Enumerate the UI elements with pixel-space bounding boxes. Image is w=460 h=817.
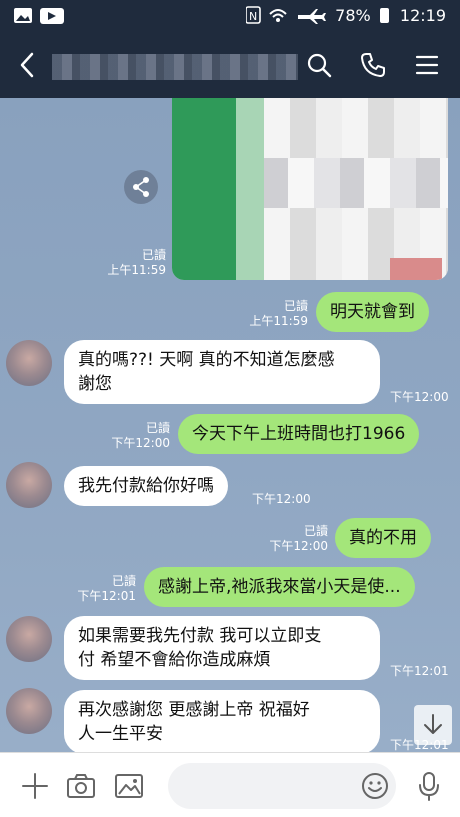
received-message-bubble[interactable]: 真的嗎??! 天啊 真的不知道怎麼感 謝您 (64, 340, 380, 404)
message-time: 下午12:00 (111, 436, 170, 450)
message-meta: 已讀 下午12:01 (77, 574, 136, 604)
notification-icons (14, 7, 74, 29)
system-icons: N (245, 6, 327, 24)
image-light-green-block (236, 98, 264, 280)
message-time: 上午11:59 (107, 263, 166, 277)
image-icon[interactable] (114, 771, 144, 801)
image-pixelated-band (264, 158, 448, 208)
message-meta: 已讀 上午11:59 (249, 299, 308, 329)
avatar[interactable] (6, 688, 52, 734)
message-text-line: 真的嗎??! 天啊 真的不知道怎麼感 (78, 350, 335, 370)
chat-header (0, 32, 460, 98)
emoji-icon[interactable] (360, 771, 390, 801)
received-message-bubble[interactable]: 我先付款給你好嗎 (64, 466, 228, 506)
message-input-bar (0, 752, 460, 817)
arrow-down-icon (424, 714, 442, 734)
contact-name-redacted (52, 54, 298, 80)
svg-text:N: N (249, 10, 257, 23)
chat-messages[interactable]: 已讀 上午11:59 已讀 上午11:59 明天就會到 真的嗎??! 天啊 真的… (0, 98, 460, 752)
image-red-patch (390, 258, 442, 280)
received-message-bubble[interactable]: 再次感謝您 更感謝上帝 祝福好 人一生平安 (64, 690, 380, 752)
battery-icon (379, 8, 389, 23)
message-time: 下午12:01 (77, 589, 136, 603)
message-meta: 已讀 下午12:00 (269, 524, 328, 554)
back-arrow-icon[interactable] (14, 50, 40, 80)
message-text-line: 我先付款給你好嗎 (78, 476, 214, 496)
read-receipt: 已讀 (111, 574, 136, 588)
received-message-bubble[interactable]: 如果需要我先付款 我可以立即支 付 希望不會給你造成麻煩 (64, 616, 380, 680)
sent-message-bubble[interactable]: 明天就會到 (316, 292, 429, 332)
image-message[interactable] (172, 98, 448, 280)
status-bar: N 78% 12:19 (0, 0, 460, 32)
menu-icon[interactable] (414, 52, 440, 78)
read-receipt: 已讀 (141, 248, 166, 262)
sent-message-bubble[interactable]: 今天下午上班時間也打1966 (178, 414, 420, 454)
message-time: 下午12:01 (390, 664, 449, 678)
share-icon (133, 177, 149, 197)
image-green-block (172, 98, 236, 280)
plus-icon[interactable] (20, 771, 50, 801)
message-text-line: 再次感謝您 更感謝上帝 祝福好 (78, 700, 310, 720)
notification-icon (14, 8, 64, 24)
scroll-to-bottom-button[interactable] (414, 705, 452, 745)
read-receipt: 已讀 (303, 524, 328, 538)
read-receipt: 已讀 (283, 299, 308, 313)
avatar[interactable] (6, 340, 52, 386)
image-message-meta: 已讀 上午11:59 (107, 248, 166, 278)
sent-message-bubble[interactable]: 感謝上帝,祂派我來當小天是使... (144, 567, 415, 607)
message-meta: 已讀 下午12:00 (111, 421, 170, 451)
message-time: 下午12:00 (269, 539, 328, 553)
message-text-line: 謝您 (78, 374, 112, 394)
search-icon[interactable] (306, 52, 332, 78)
camera-icon[interactable] (66, 771, 96, 801)
clock: 12:19 (399, 6, 446, 25)
share-button[interactable] (124, 170, 158, 204)
phone-icon[interactable] (360, 52, 386, 78)
message-time: 上午11:59 (249, 314, 308, 328)
message-text-line: 付 希望不會給你造成麻煩 (78, 650, 271, 670)
microphone-icon[interactable] (414, 771, 444, 801)
status-right: N 78% 12:19 (245, 6, 446, 25)
read-receipt: 已讀 (145, 421, 170, 435)
message-text-line: 如果需要我先付款 我可以立即支 (78, 626, 322, 646)
battery-percent: 78% (335, 6, 371, 25)
avatar[interactable] (6, 462, 52, 508)
message-text-line: 人一生平安 (78, 724, 163, 744)
sent-message-bubble[interactable]: 真的不用 (335, 518, 431, 558)
avatar[interactable] (6, 616, 52, 662)
message-time: 下午12:00 (252, 492, 311, 506)
message-time: 下午12:00 (390, 390, 449, 404)
